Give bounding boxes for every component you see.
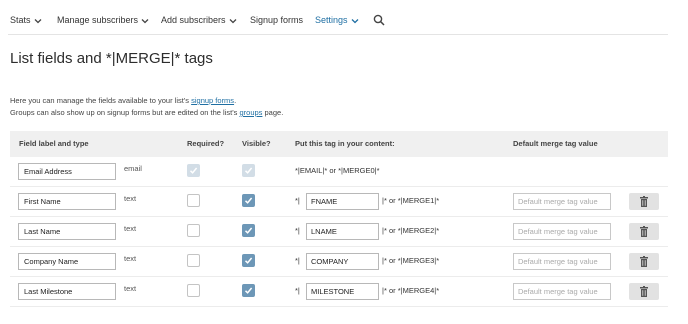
default-value-input[interactable]: Default merge tag value <box>513 223 611 240</box>
delete-field-button[interactable] <box>629 223 659 240</box>
delete-field-button[interactable] <box>629 253 659 270</box>
merge-tag-prefix: *| <box>295 286 300 295</box>
visible-checkbox[interactable] <box>242 254 255 267</box>
intro-line-2: Groups can also show up on signup forms … <box>10 107 283 119</box>
required-checkbox[interactable] <box>187 224 200 237</box>
chevron-down-icon <box>34 18 41 24</box>
signup-forms-link[interactable]: signup forms <box>191 96 234 105</box>
merge-tag-input[interactable]: LNAME <box>306 223 379 240</box>
intro-line-2-text: Groups can also show up on signup forms … <box>10 108 240 117</box>
field-label-input[interactable]: First Name <box>18 193 116 210</box>
nav-settings[interactable]: Settings <box>315 6 360 34</box>
nav-stats-label: Stats <box>10 15 31 25</box>
merge-tag-prefix: *| <box>295 256 300 265</box>
header-field-label: Field label and type <box>19 139 89 148</box>
field-label-input[interactable]: Last Name <box>18 223 116 240</box>
nav-manage-subscribers[interactable]: Manage subscribers <box>57 6 150 34</box>
merge-tag-input[interactable]: FNAME <box>306 193 379 210</box>
default-value-input[interactable]: Default merge tag value <box>513 283 611 300</box>
nav-divider <box>8 34 668 35</box>
header-visible: Visible? <box>242 139 271 148</box>
nav-add-subscribers[interactable]: Add subscribers <box>161 6 238 34</box>
merge-tag-input[interactable]: MILESTONE <box>306 283 379 300</box>
page-title: List fields and *|MERGE|* tags <box>10 50 213 67</box>
checkmark-icon <box>244 287 253 294</box>
trash-icon <box>640 286 648 297</box>
merge-tag-suffix: |* or *|MERGE2|* <box>382 226 440 235</box>
field-type: text <box>124 254 137 263</box>
field-type: text <box>124 194 137 203</box>
merge-tag-prefix: *| <box>295 196 300 205</box>
field-type: text <box>124 224 137 233</box>
required-checkbox[interactable] <box>187 254 200 267</box>
chevron-down-icon <box>229 18 236 24</box>
search-icon[interactable] <box>373 14 385 26</box>
trash-icon <box>640 196 648 207</box>
nav-add-subscribers-label: Add subscribers <box>161 15 226 25</box>
intro-text: Here you can manage the fields available… <box>10 95 283 119</box>
checkmark-icon <box>244 197 253 204</box>
merge-tag-input[interactable]: COMPANY <box>306 253 379 270</box>
merge-tag-prefix: *| <box>295 226 300 235</box>
required-checkbox <box>187 164 200 177</box>
nav-signup-forms[interactable]: Signup forms <box>250 6 303 34</box>
table-header: Field label and type Required? Visible? … <box>10 131 668 157</box>
table-row: Last Name text *| LNAME |* or *|MERGE2|*… <box>10 217 668 247</box>
field-label-input[interactable]: Last Milestone <box>18 283 116 300</box>
required-checkbox[interactable] <box>187 284 200 297</box>
table-row: Last Milestone text *| MILESTONE |* or *… <box>10 277 668 307</box>
table-row: Email Address email *|EMAIL|* or *|MERGE… <box>10 157 668 187</box>
field-type: text <box>124 284 137 293</box>
merge-tag-text: *|EMAIL|* or *|MERGE0|* <box>295 166 380 175</box>
checkmark-icon <box>244 167 253 174</box>
visible-checkbox[interactable] <box>242 194 255 207</box>
intro-line-2-end: page. <box>262 108 284 117</box>
checkmark-icon <box>244 227 253 234</box>
chevron-down-icon <box>141 18 149 24</box>
nav-settings-label: Settings <box>315 15 348 25</box>
required-checkbox[interactable] <box>187 194 200 207</box>
intro-line-1-text: Here you can manage the fields available… <box>10 96 192 105</box>
delete-field-button[interactable] <box>629 193 659 210</box>
default-value-input[interactable]: Default merge tag value <box>513 253 611 270</box>
header-default-value: Default merge tag value <box>513 139 598 148</box>
field-label-input[interactable]: Company Name <box>18 253 116 270</box>
table-row: Company Name text *| COMPANY |* or *|MER… <box>10 247 668 277</box>
nav-signup-forms-label: Signup forms <box>250 15 304 25</box>
intro-line-1: Here you can manage the fields available… <box>10 95 283 107</box>
visible-checkbox <box>242 164 255 177</box>
header-required: Required? <box>187 139 225 148</box>
default-value-input[interactable]: Default merge tag value <box>513 193 611 210</box>
field-type: email <box>124 164 142 173</box>
groups-link[interactable]: groups <box>239 108 262 117</box>
intro-line-1-end: . <box>234 96 237 105</box>
top-nav: Stats Manage subscribers Add subscribers… <box>0 6 688 34</box>
merge-tag-suffix: |* or *|MERGE3|* <box>382 256 440 265</box>
visible-checkbox[interactable] <box>242 284 255 297</box>
table-row: First Name text *| FNAME |* or *|MERGE1|… <box>10 187 668 217</box>
trash-icon <box>640 256 648 267</box>
chevron-down-icon <box>351 18 358 24</box>
visible-checkbox[interactable] <box>242 224 255 237</box>
merge-tag-suffix: |* or *|MERGE4|* <box>382 286 440 295</box>
header-tag: Put this tag in your content: <box>295 139 395 148</box>
nav-stats[interactable]: Stats <box>10 6 43 34</box>
nav-manage-subscribers-label: Manage subscribers <box>57 15 139 25</box>
delete-field-button[interactable] <box>629 283 659 300</box>
checkmark-icon <box>189 167 198 174</box>
field-label-input[interactable]: Email Address <box>18 163 116 180</box>
merge-tag-suffix: |* or *|MERGE1|* <box>382 196 440 205</box>
trash-icon <box>640 226 648 237</box>
checkmark-icon <box>244 257 253 264</box>
